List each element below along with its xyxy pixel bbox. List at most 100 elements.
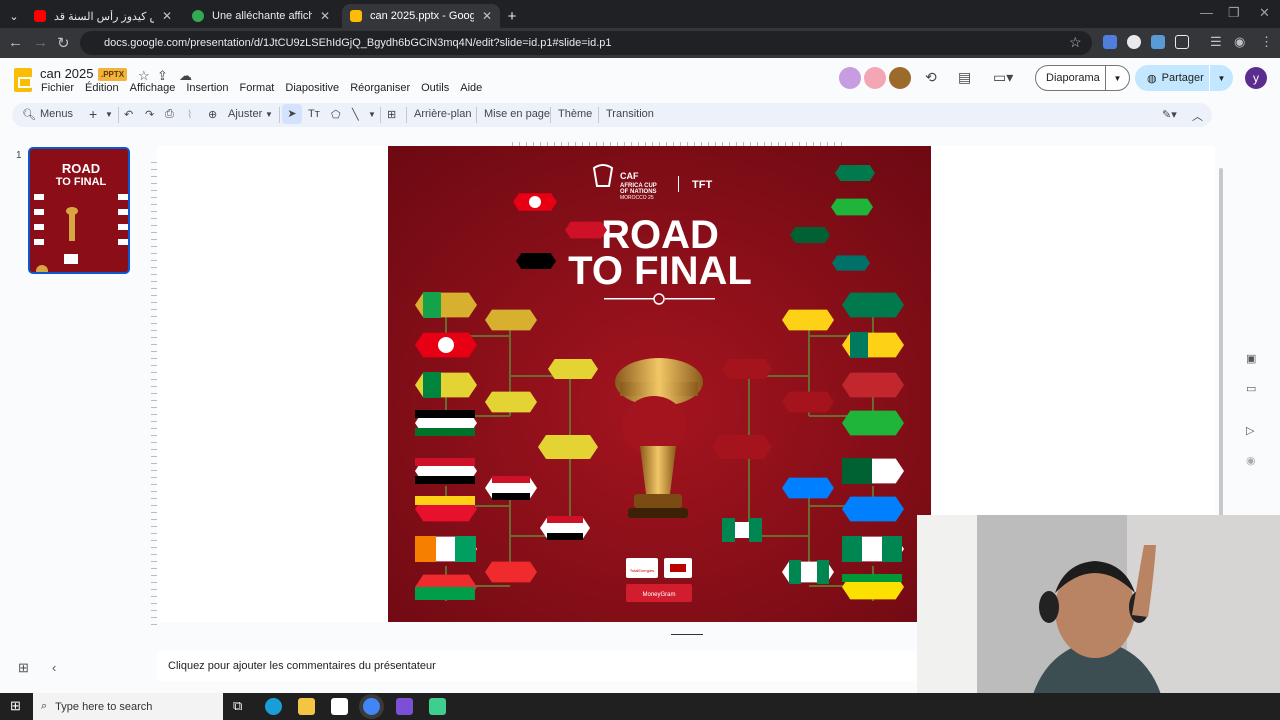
slide-thumbnail[interactable]: ROAD TO FINAL (28, 147, 130, 274)
chevron-down-icon[interactable]: ▼ (368, 110, 376, 119)
task-view-icon[interactable]: ⧉ (233, 698, 242, 714)
history-icon[interactable]: ⟲ (925, 69, 937, 86)
edge-icon[interactable] (265, 698, 282, 715)
divider (598, 107, 599, 123)
collapse-toolbar-icon[interactable]: ︿ (1192, 108, 1203, 124)
collaborator-avatar[interactable] (864, 67, 886, 89)
share-button[interactable]: ◍ Partager ▼ (1135, 65, 1233, 91)
search-icon: ⌕ (41, 700, 48, 712)
translate-extension-icon[interactable] (1103, 35, 1117, 49)
url-field[interactable]: docs.google.com/presentation/d/1JtCU9zLS… (80, 31, 1092, 55)
background-button[interactable]: Arrière-plan (414, 108, 471, 120)
menu-fichier[interactable]: Fichier (41, 82, 74, 94)
theme-button[interactable]: Thème (558, 108, 592, 120)
menu-aide[interactable]: Aide (460, 82, 482, 94)
back-icon[interactable]: ← (8, 34, 23, 51)
browser-tab-slides[interactable]: can 2025.pptx - Google Slides ✕ (342, 4, 500, 28)
chevron-down-icon[interactable]: ▼ (1105, 66, 1129, 90)
divider (279, 107, 280, 123)
speaker-notes[interactable]: Cliquez pour ajouter les commentaires du… (157, 651, 917, 681)
maximize-icon[interactable]: ❐ (1228, 5, 1240, 21)
star-icon[interactable]: ☆ (1069, 34, 1082, 51)
zoom-select[interactable]: Ajuster (228, 108, 262, 120)
menu-edition[interactable]: Édition (85, 82, 119, 94)
undo-icon[interactable]: ↶ (124, 108, 133, 121)
tab-title: Une alléchante affiche des huitiè (212, 10, 312, 22)
zoom-icon[interactable]: ⊕ (208, 108, 217, 121)
slides-logo[interactable] (14, 68, 32, 92)
close-tab-icon[interactable]: ✕ (162, 9, 172, 23)
forward-icon[interactable]: → (33, 34, 48, 51)
extension-icon[interactable] (1151, 35, 1165, 49)
comment-add-icon[interactable]: ⊞ (387, 108, 396, 121)
redo-icon[interactable]: ↷ (145, 108, 154, 121)
menu-diapositive[interactable]: Diapositive (285, 82, 339, 94)
menu-insertion[interactable]: Insertion (186, 82, 228, 94)
shape-icon[interactable]: ⬠ (331, 108, 341, 121)
youtube-icon (34, 10, 46, 22)
notes-resize-handle[interactable] (671, 634, 703, 635)
slide[interactable]: CAF AFRICA CUP OF NATIONS MOROCCO 25 TFT… (388, 146, 931, 622)
collapse-filmstrip-icon[interactable]: ‹ (52, 660, 56, 675)
menu-affichage[interactable]: Affichage (130, 82, 176, 94)
taskbar-search[interactable]: ⌕ Type here to search (33, 693, 223, 720)
store-icon[interactable] (331, 698, 348, 715)
slideshow-button[interactable]: Diaporama ▼ (1035, 65, 1130, 91)
puzzle-icon[interactable] (1175, 35, 1189, 49)
close-window-icon[interactable]: ✕ (1259, 5, 1270, 21)
user-avatar[interactable]: y (1245, 67, 1267, 89)
browser-tab-article[interactable]: Une alléchante affiche des huitiè ✕ (184, 4, 338, 28)
search-placeholder: Type here to search (55, 700, 153, 713)
text-box-icon[interactable]: Tт (308, 108, 320, 120)
paint-format-icon[interactable]: ⌇ (187, 108, 192, 121)
keep-icon[interactable]: ▣ (1246, 352, 1256, 365)
windows-icon[interactable]: ⊞ (10, 698, 21, 714)
scrollbar[interactable] (1219, 168, 1223, 518)
chevron-down-icon[interactable]: ▼ (105, 110, 113, 119)
document-title[interactable]: can 2025 (40, 66, 94, 81)
divider (380, 107, 381, 123)
address-bar-row: ← → ↻ docs.google.com/presentation/d/1Jt… (0, 28, 1280, 58)
menu-format[interactable]: Format (240, 82, 275, 94)
transition-button[interactable]: Transition (606, 108, 654, 120)
close-tab-icon[interactable]: ✕ (320, 9, 330, 23)
extension-icon[interactable] (1127, 35, 1141, 49)
tab-title: شومو كيقاش كيدوز رأس السنة قد (54, 10, 154, 23)
record-icon[interactable]: ◉ (1246, 454, 1256, 467)
menu-kebab-icon[interactable]: ⋮ (1260, 34, 1273, 50)
chrome-icon[interactable] (363, 698, 380, 715)
minimize-icon[interactable]: — (1200, 5, 1213, 20)
slides-panel-icon[interactable]: ▷ (1246, 424, 1254, 437)
collaborator-avatar[interactable] (889, 67, 911, 89)
meet-icon[interactable]: ▭▾ (993, 69, 1013, 86)
collaborator-avatar[interactable] (839, 67, 861, 89)
layout-button[interactable]: Mise en page (484, 108, 550, 120)
profile-icon[interactable]: ◉ (1234, 34, 1245, 50)
grid-view-icon[interactable]: ⊞ (18, 660, 29, 676)
pen-icon[interactable]: ✎▾ (1162, 108, 1177, 121)
new-tab-button[interactable]: + (502, 4, 522, 28)
menu-reorganiser[interactable]: Réorganiser (350, 82, 410, 94)
globe-icon: ◍ (1147, 72, 1157, 85)
close-tab-icon[interactable]: ✕ (482, 9, 492, 23)
menu-outils[interactable]: Outils (421, 82, 449, 94)
menus-search[interactable]: Menus (40, 108, 73, 120)
folder-icon[interactable]: ▭ (1246, 382, 1256, 395)
app-icon[interactable] (429, 698, 446, 715)
print-icon[interactable]: ⎙ (165, 108, 174, 121)
slideshow-label: Diaporama (1046, 72, 1100, 84)
brand-line: MOROCCO 25 (620, 195, 654, 201)
file-explorer-icon[interactable] (298, 698, 315, 715)
chevron-down-icon[interactable]: ▼ (265, 110, 273, 119)
reading-list-icon[interactable]: ☰ (1210, 34, 1222, 50)
search-icon[interactable]: 🔍︎ (22, 108, 36, 121)
line-icon[interactable]: ╲ (352, 108, 359, 121)
reload-icon[interactable]: ↻ (57, 34, 70, 52)
comment-icon[interactable]: ▤ (958, 69, 971, 86)
discord-icon[interactable] (396, 698, 413, 715)
browser-tab-youtube[interactable]: شومو كيقاش كيدوز رأس السنة قد ✕ (26, 4, 180, 28)
chevron-down-icon[interactable]: ▼ (1209, 65, 1233, 91)
cursor-icon[interactable]: ➤ (282, 104, 302, 124)
tab-search-button[interactable]: ⌄ (4, 4, 24, 28)
new-slide-icon[interactable]: + (89, 106, 97, 122)
